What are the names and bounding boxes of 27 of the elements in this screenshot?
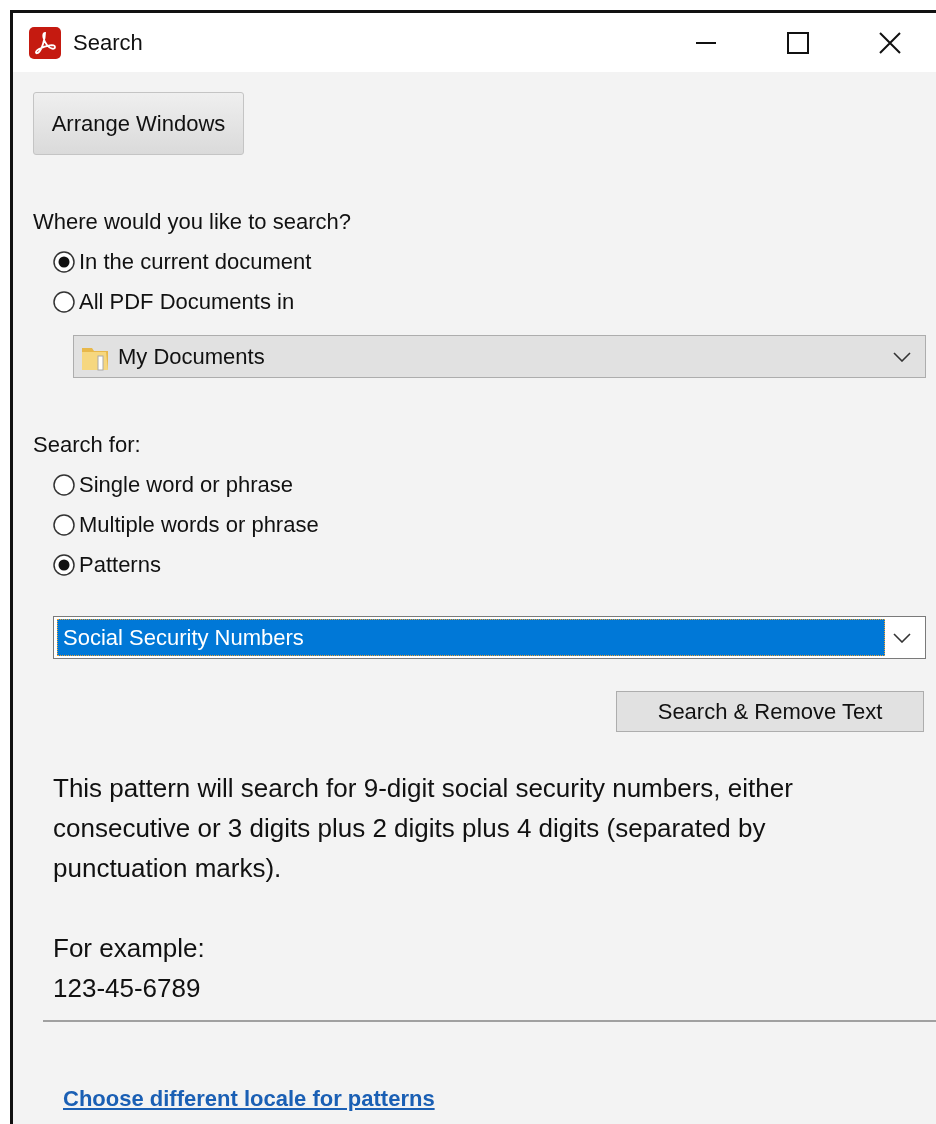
example-label: For example: (53, 932, 206, 965)
folder-dropdown[interactable]: My Documents (73, 335, 926, 378)
search-remove-button[interactable]: Search & Remove Text (616, 691, 924, 732)
pattern-description: This pattern will search for 9-digit social security numbers, either consecutive or 3 digits plus 2 digits plus 4 digits (separated by punctuation marks). (53, 772, 794, 885)
window-title: Search (73, 29, 144, 56)
arrange-windows-button[interactable]: Arrange Windows (33, 92, 244, 155)
radio-label[interactable]: Patterns (79, 550, 161, 580)
example-value: 123-45-6789 (53, 972, 202, 1005)
radio-label[interactable]: In the current document (79, 247, 312, 277)
section-label: Where would you like to search? (33, 208, 352, 236)
app-logo-icon (29, 26, 61, 59)
chevron-down-icon (893, 632, 911, 643)
radio-button[interactable] (53, 291, 75, 313)
radio-label[interactable]: All PDF Documents in (79, 287, 295, 317)
radio-button[interactable] (53, 514, 75, 536)
locale-link[interactable]: Choose different locale for patterns (63, 1086, 435, 1112)
radio-button[interactable] (53, 554, 75, 576)
radio-label[interactable]: Multiple words or phrase (79, 510, 319, 540)
radio-button[interactable] (53, 474, 75, 496)
section-label: Search for: (33, 431, 142, 459)
close-icon (879, 31, 901, 54)
radio-button[interactable] (53, 251, 75, 273)
minimize-icon (696, 41, 716, 44)
chevron-down-icon (893, 351, 911, 362)
radio-label[interactable]: Single word or phrase (79, 470, 293, 500)
pattern-dropdown[interactable]: Social Security Numbers (53, 616, 926, 659)
maximize-icon (787, 31, 809, 54)
